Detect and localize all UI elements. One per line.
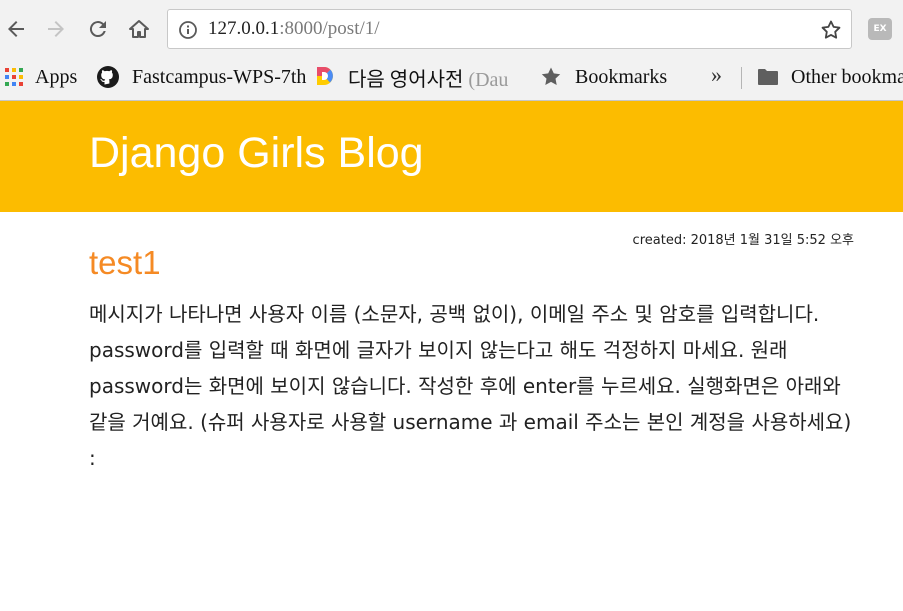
forward-button[interactable] [40, 13, 72, 45]
daum-logo-icon [314, 65, 336, 89]
bookmark-label: Apps [35, 65, 78, 88]
address-bar[interactable]: 127.0.0.1:8000/post/1/ [167, 9, 852, 49]
bookmark-label-main: 다음 영어사전 [348, 68, 469, 91]
url-path: :8000/post/1/ [279, 18, 380, 39]
apps-grid-icon [5, 68, 23, 86]
home-button[interactable] [123, 13, 155, 45]
info-icon[interactable] [178, 20, 198, 40]
bookmark-other[interactable]: Other bookmarks [757, 59, 903, 95]
extension-badge-label: EX [873, 24, 887, 34]
bookmark-star-icon[interactable] [819, 18, 843, 42]
url-text[interactable]: 127.0.0.1:8000/post/1/ [208, 18, 380, 40]
site-title-link[interactable]: Django Girls Blog [89, 128, 424, 178]
bookmarks-bar: Apps Fastcampus-WPS-7th 다음 영어사전 (Dau Boo… [0, 59, 903, 101]
bookmark-bookmarks[interactable]: Bookmarks [539, 59, 667, 95]
page-header: Django Girls Blog [0, 101, 903, 212]
bookmarks-divider [741, 67, 742, 89]
bookmark-apps[interactable]: Apps [5, 59, 77, 95]
folder-icon [757, 68, 779, 86]
bookmark-label: Bookmarks [575, 65, 668, 88]
bookmark-label: Other bookmarks [791, 65, 903, 88]
url-host: 127.0.0.1 [208, 18, 280, 39]
post-body: 메시지가 나타나면 사용자 이름 (소문자, 공백 없이), 이메일 주소 및 … [89, 302, 852, 470]
browser-toolbar: 127.0.0.1:8000/post/1/ EX [0, 0, 903, 59]
post-date: created: 2018년 1월 31일 5:52 오후 [632, 233, 854, 248]
back-button[interactable] [0, 13, 32, 45]
bookmark-label: Fastcampus-WPS-7th [132, 65, 307, 88]
reload-button[interactable] [82, 13, 114, 45]
back-arrow-icon [8, 21, 24, 37]
more-bookmarks-chevron-icon[interactable]: » [711, 62, 722, 88]
bookmark-fastcampus[interactable]: Fastcampus-WPS-7th [96, 59, 306, 95]
github-icon [96, 65, 120, 89]
bookmark-label: 다음 영어사전 (Dau [348, 63, 508, 92]
star-icon [539, 65, 563, 89]
bookmark-daum-dictionary[interactable]: 다음 영어사전 (Dau [314, 59, 508, 95]
forward-arrow-icon [48, 21, 64, 37]
post-title-link[interactable]: test1 [89, 244, 161, 282]
extension-icon[interactable]: EX [868, 18, 892, 40]
reload-icon [89, 21, 106, 38]
home-icon [129, 20, 149, 38]
bookmark-label-faded: (Dau [468, 68, 509, 91]
